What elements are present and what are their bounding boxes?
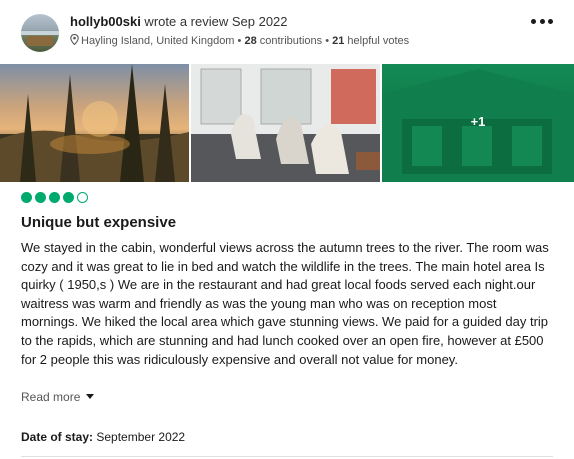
review-photo-2[interactable] [191, 64, 380, 182]
avatar-sea [21, 31, 59, 35]
contributions-label: contributions [256, 35, 323, 47]
rating-bubble-filled [49, 192, 60, 203]
chevron-down-icon [86, 394, 95, 399]
more-horizontal-icon [531, 18, 536, 24]
date-of-stay-label: Date of stay: [21, 430, 94, 444]
date-of-stay-value: September 2022 [93, 430, 186, 444]
meta-separator: • [234, 35, 245, 47]
helpful-votes-count: 21 [332, 35, 345, 47]
avatar[interactable] [21, 14, 59, 52]
rating-bubble-filled [21, 192, 32, 203]
rating-bubbles [21, 192, 88, 205]
date-of-stay: Date of stay: September 2022 [21, 429, 185, 445]
photo-cabin-chairs [191, 64, 380, 182]
more-horizontal-icon-dot [539, 18, 545, 24]
reviewer-location: Hayling Island, United Kingdom [81, 35, 235, 47]
review-photo-3[interactable]: +1 [382, 64, 574, 182]
rating-bubble-empty [77, 192, 88, 203]
reviewer-line: hollyb00ski wrote a review Sep 2022 [70, 14, 288, 30]
review-text: We stayed in the cabin, wonderful views … [21, 240, 549, 367]
rating-bubble-filled [35, 192, 46, 203]
divider [21, 456, 553, 457]
rating-bubble-filled [63, 192, 74, 203]
map-pin-icon [70, 34, 79, 45]
review-title[interactable]: Unique but expensive [21, 213, 176, 233]
review-header: hollyb00ski wrote a review Sep 2022 Hayl… [21, 14, 553, 52]
read-more-button[interactable]: Read more [21, 389, 95, 405]
helpful-votes-label: helpful votes [344, 35, 410, 47]
review-photos: +1 [0, 64, 574, 182]
more-horizontal-icon-dot [548, 18, 553, 24]
meta-separator-2: • [322, 35, 333, 47]
review-photo-1[interactable] [0, 64, 189, 182]
reviewer-username[interactable]: hollyb00ski [70, 14, 141, 29]
review-card: hollyb00ski wrote a review Sep 2022 Hayl… [0, 0, 574, 459]
photo-autumn-trees [0, 64, 189, 182]
reviewer-meta: Hayling Island, United Kingdom • 28 cont… [70, 34, 409, 48]
more-photos-count: +1 [470, 114, 486, 129]
read-more-label: Read more [21, 390, 81, 404]
more-options-button[interactable] [531, 14, 553, 28]
contributions-count: 28 [244, 35, 257, 47]
review-action-text: wrote a review Sep 2022 [140, 14, 288, 29]
avatar-roof [27, 36, 53, 46]
